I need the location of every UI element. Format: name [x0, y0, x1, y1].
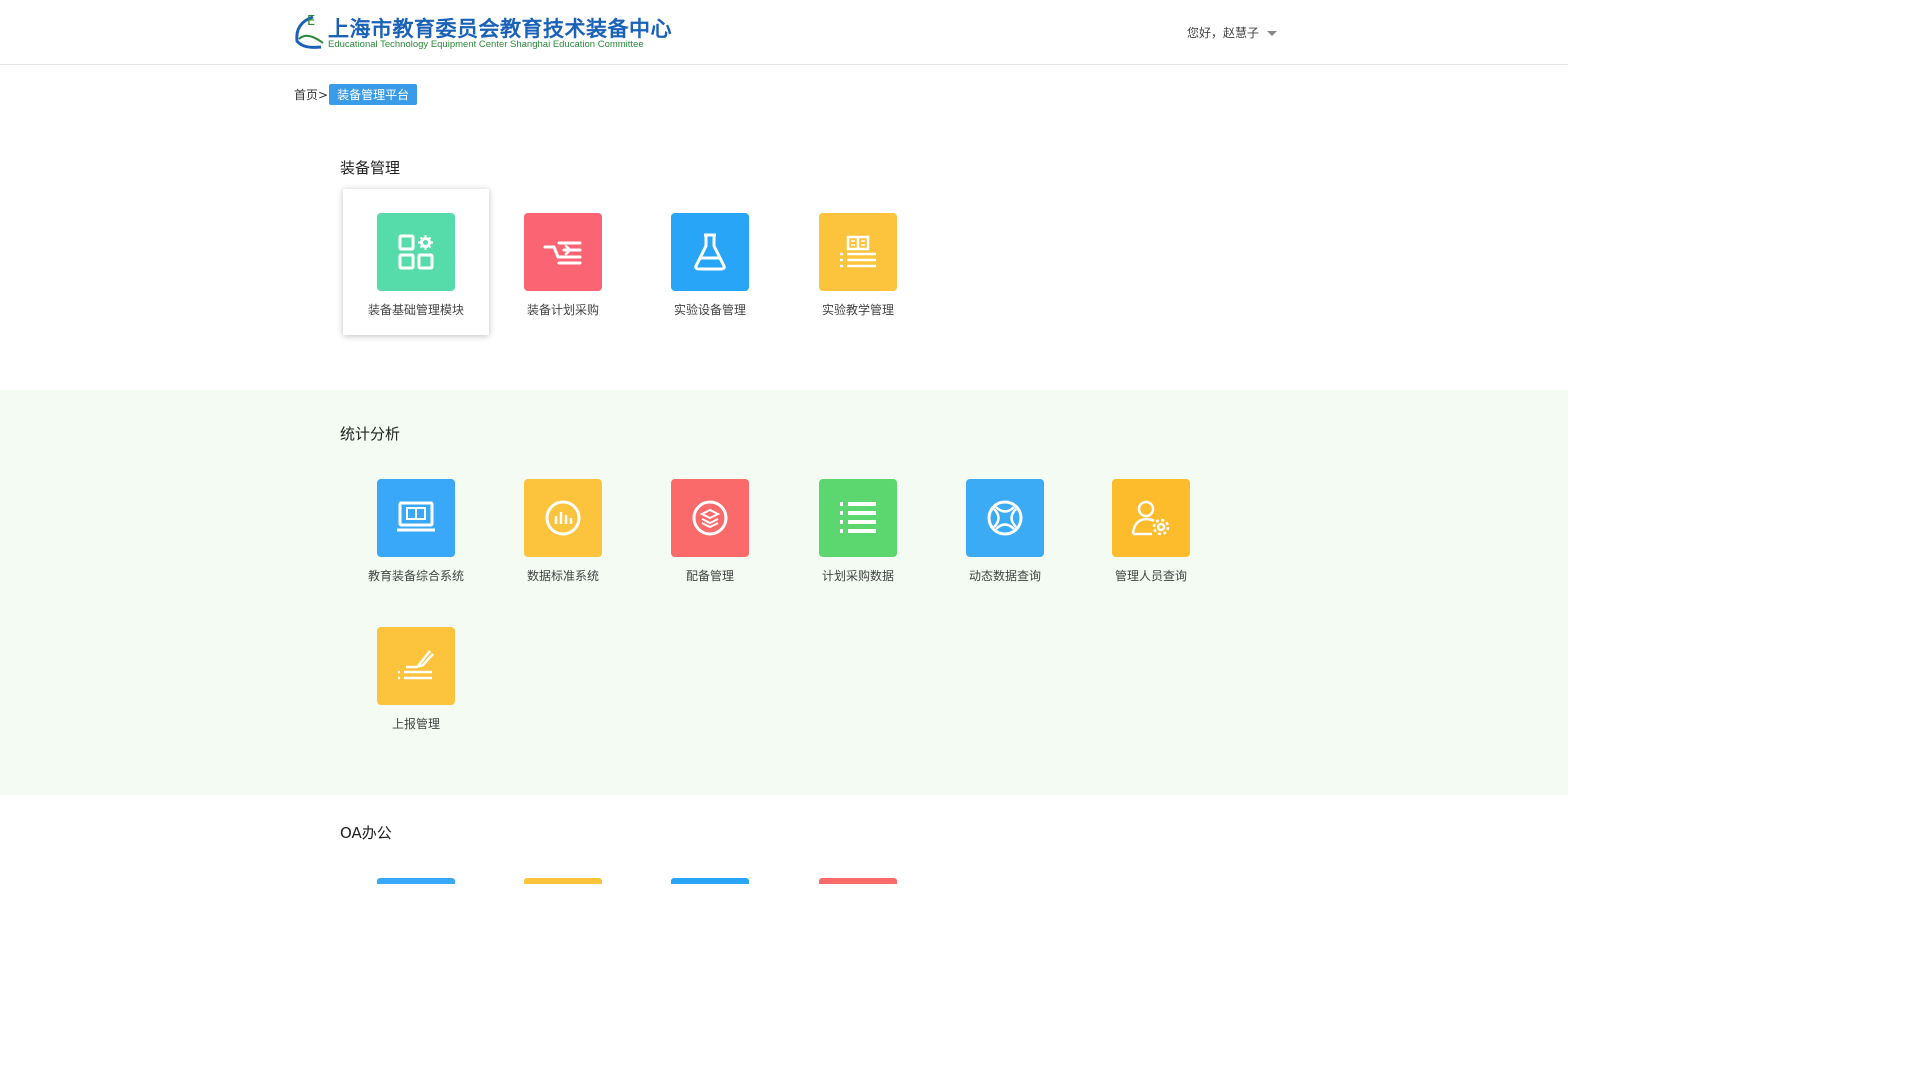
tile-equipment-basic[interactable]: 装备基础管理模块 [343, 189, 489, 335]
tile-edu-equipment-system[interactable]: 教育装备综合系统 [343, 455, 489, 601]
tile-allocation[interactable]: 配备管理 [637, 455, 783, 601]
logo-english-title: Educational Technology Equipment Center … [328, 39, 644, 50]
tile-label: 装备基础管理模块 [367, 303, 464, 317]
tile-manager-query[interactable]: 管理人员查询 [1078, 455, 1224, 601]
bar-chart-circle-icon [524, 479, 602, 557]
book-list-icon [819, 213, 897, 291]
tile-lab-equipment[interactable]: 实验设备管理 [637, 189, 783, 335]
breadcrumb: 首页> 装备管理平台 [294, 84, 418, 105]
tile-label: 教育装备综合系统 [367, 569, 464, 583]
tile-lab-teaching[interactable]: 实验教学管理 [785, 189, 931, 335]
tile-purchase-data[interactable]: 计划采购数据 [785, 455, 931, 601]
user-gear-icon [1112, 479, 1190, 557]
purchase-plan-icon [524, 213, 602, 291]
user-greeting: 您好，赵慧子 [1187, 26, 1260, 40]
section-title: 装备管理 [340, 159, 401, 177]
dynamic-query-icon [966, 479, 1044, 557]
tile-label: 数据标准系统 [526, 569, 599, 583]
tile-label: 动态数据查询 [968, 569, 1041, 583]
tile-label: 管理人员查询 [1114, 569, 1187, 583]
list-icon [819, 479, 897, 557]
layers-circle-icon [671, 479, 749, 557]
breadcrumb-current: 装备管理平台 [329, 84, 418, 105]
section-equipment: 装备管理 装备基础管理模块 装备计划采购 实验设备管理 实验教学管理 [0, 120, 1568, 390]
tile-data-standard[interactable]: 数据标准系统 [490, 455, 636, 601]
logo-mark-icon: E [295, 14, 324, 49]
svg-text:E: E [307, 14, 315, 29]
flask-icon [671, 213, 749, 291]
section-title: 统计分析 [340, 425, 401, 443]
tile-label: 实验教学管理 [821, 303, 894, 317]
chevron-down-icon [1267, 31, 1278, 36]
report-pen-icon [377, 627, 455, 705]
monitor-book-icon [377, 479, 455, 557]
section-statistics: 统计分析 教育装备综合系统 数据标准系统 配备管理 计划采购数据 动态数据查询 … [0, 390, 1568, 795]
tile-dynamic-query[interactable]: 动态数据查询 [932, 455, 1078, 601]
section-oa: OA办公 [0, 795, 1568, 884]
user-menu[interactable]: 您好，赵慧子 [1187, 24, 1278, 41]
oa-tile-icon-partial[interactable] [819, 878, 897, 884]
tile-label: 装备计划采购 [526, 303, 599, 317]
oa-tile-icon-partial[interactable] [377, 878, 455, 884]
tile-report-management[interactable]: 上报管理 [343, 603, 489, 749]
oa-tile-icon-partial[interactable] [524, 878, 602, 884]
apps-gear-icon [377, 213, 455, 291]
tile-label: 实验设备管理 [673, 303, 746, 317]
tile-purchase-plan[interactable]: 装备计划采购 [490, 189, 636, 335]
top-header: E 上海市教育委员会教育技术装备中心 Educational Technolog… [0, 0, 1568, 65]
tile-label: 上报管理 [391, 717, 440, 731]
site-logo[interactable]: E 上海市教育委员会教育技术装备中心 Educational Technolog… [293, 11, 672, 55]
breadcrumb-home[interactable]: 首页> [294, 88, 328, 102]
section-title: OA办公 [340, 824, 392, 842]
tile-label: 计划采购数据 [821, 569, 894, 583]
oa-tile-icon-partial[interactable] [671, 878, 749, 884]
tile-label: 配备管理 [685, 569, 734, 583]
